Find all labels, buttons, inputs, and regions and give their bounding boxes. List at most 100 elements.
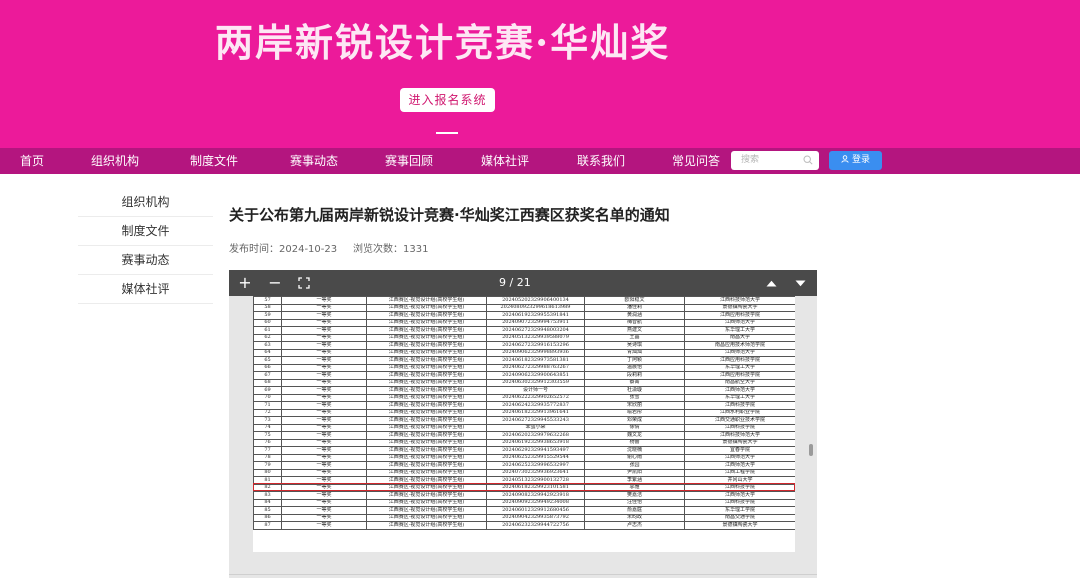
nav-item-review[interactable]: 赛事回顾 xyxy=(385,148,433,174)
table-cell: 85 xyxy=(253,506,282,515)
table-cell: 一等奖 xyxy=(281,303,367,312)
table-cell: 江西师范大学 xyxy=(684,461,795,470)
table-cell: 71 xyxy=(253,401,282,410)
table-cell: 一等奖 xyxy=(281,333,367,342)
table-cell: 20240904232993587379​2 xyxy=(486,513,585,522)
award-table: 57 一等奖 江西赛区-视觉设计组(高校学生组) 202405202329906400… xyxy=(253,296,795,530)
table-cell: 樊嘉洁 xyxy=(584,491,685,500)
table-cell: 74 xyxy=(253,423,282,432)
sidebar-item-organization[interactable]: 组织机构 xyxy=(78,188,213,217)
table-cell: 77 xyxy=(253,446,282,455)
search-input[interactable]: 搜索 xyxy=(731,151,819,170)
table-cell: 20240622232990265257​2 xyxy=(486,393,585,402)
table-cell: 江西赛区-视觉设计组(高校学生组) xyxy=(366,431,487,440)
fullscreen-icon xyxy=(298,277,310,289)
table-cell: 江西赛区-视觉设计组(高校学生组) xyxy=(366,513,487,522)
main-nav: 首页 组织机构 制度文件 赛事动态 赛事回顾 媒体社评 联系我们 常见问答 xyxy=(0,148,1080,174)
table-row: 79 一等奖 江西赛区-视觉设计组(高校学生组) 202406252329996532… xyxy=(253,461,795,470)
table-cell: 一等奖 xyxy=(281,423,367,432)
nav-item-faq[interactable]: 常见问答 xyxy=(672,148,720,174)
table-cell: 江西应用科技学院 xyxy=(684,356,795,365)
table-row: 86 一等奖 江西赛区-视觉设计组(高校学生组) 202409042329935873… xyxy=(253,513,795,522)
nav-item-contact[interactable]: 联系我们 xyxy=(577,148,625,174)
table-cell: 景德镇陶瓷大学 xyxy=(684,303,795,312)
table-cell: 江西赛区-视觉设计组(高校学生组) xyxy=(366,341,487,350)
nav-item-documents[interactable]: 制度文件 xyxy=(190,148,238,174)
table-cell: 60 xyxy=(253,318,282,327)
page-indicator: 9 / 21 xyxy=(499,276,531,289)
table-cell: 江西赛区-视觉设计组(高校学生组) xyxy=(366,401,487,410)
table-cell: 69 xyxy=(253,386,282,395)
table-cell: 杜潇璇 xyxy=(584,386,685,395)
enter-registration-button[interactable]: 进入报名系统 xyxy=(400,88,495,112)
table-row: 74 一等奖 江西赛区-视觉设计组(高校学生组) 笨蛋小朵 徐倩 江西科技学院 xyxy=(253,423,795,432)
table-cell: 江西赛区-视觉设计组(高校学生组) xyxy=(366,393,487,402)
table-cell: 58 xyxy=(253,303,282,312)
fullscreen-button[interactable] xyxy=(295,270,313,296)
triangle-up-icon xyxy=(766,280,776,287)
table-row: 80 一等奖 江西赛区-视觉设计组(高校学生组) 202407302329936923… xyxy=(253,468,795,477)
table-cell: 20240520232990640013​4 xyxy=(486,296,585,305)
table-cell: 20240909232994923400​8 xyxy=(486,498,585,507)
table-row: 66 一等奖 江西赛区-视觉设计组(高校学生组) 202406272329988763… xyxy=(253,363,795,372)
banner-divider xyxy=(436,132,458,134)
user-icon xyxy=(841,155,849,163)
table-cell: 东华理工大学 xyxy=(684,363,795,372)
sidebar-item-news[interactable]: 赛事动态 xyxy=(78,246,213,275)
table-cell: 一等奖 xyxy=(281,401,367,410)
table-cell: 蔡菁 xyxy=(584,378,685,387)
table-row: 67 一等奖 江西赛区-视觉设计组(高校学生组) 202409062329900643… xyxy=(253,371,795,380)
table-cell: 20240620232997963226​8 xyxy=(486,431,585,440)
table-cell: 61 xyxy=(253,326,282,335)
zoom-out-button[interactable]: − xyxy=(266,270,284,296)
table-row: 70 一等奖 江西赛区-视觉设计组(高校学生组) 202406222329902652… xyxy=(253,393,795,402)
nav-item-media[interactable]: 媒体社评 xyxy=(481,148,529,174)
login-button[interactable]: 登录 xyxy=(829,151,882,170)
table-cell: 70 xyxy=(253,393,282,402)
table-cell: 俞嘉庭 xyxy=(584,506,685,515)
table-cell: 东华理工学院 xyxy=(684,506,795,515)
table-cell: 张雪 xyxy=(584,393,685,402)
table-cell: 江西赛区-视觉设计组(高校学生组) xyxy=(366,408,487,417)
nav-item-news[interactable]: 赛事动态 xyxy=(290,148,338,174)
table-cell: 一等奖 xyxy=(281,348,367,357)
table-cell: 江西赛区-视觉设计组(高校学生组) xyxy=(366,318,487,327)
search-icon[interactable] xyxy=(803,155,813,165)
table-cell: 江西科技学院 xyxy=(684,401,795,410)
table-cell: 江西工程学院 xyxy=(684,468,795,477)
table-cell: 73 xyxy=(253,416,282,425)
table-cell: 一等奖 xyxy=(281,438,367,447)
article-title: 关于公布第九届两岸新锐设计竞赛·华灿奖江西赛区获奖名单的通知 xyxy=(229,206,670,224)
table-cell: 63 xyxy=(253,341,282,350)
table-cell: 潘佳莉 xyxy=(584,303,685,312)
table-cell: 温晨怡 xyxy=(584,363,685,372)
table-cell: 20240629232994159349​7 xyxy=(486,446,585,455)
prev-page-button[interactable] xyxy=(762,270,780,296)
table-cell: 杨蕾 xyxy=(584,438,685,447)
table-row: 57 一等奖 江西赛区-视觉设计组(高校学生组) 202405202329906400… xyxy=(253,296,795,305)
table-cell: 谢心雨 xyxy=(584,453,685,462)
table-cell: 20240809232996186139​89 xyxy=(486,303,585,312)
scrollbar[interactable] xyxy=(807,296,815,578)
table-cell: 江西赛区-视觉设计组(高校学生组) xyxy=(366,461,487,470)
table-row: 58 一等奖 江西赛区-视觉设计组(高校学生组) 202408092329961861… xyxy=(253,303,795,312)
nav-item-organization[interactable]: 组织机构 xyxy=(91,148,139,174)
table-cell: 79 xyxy=(253,461,282,470)
next-page-button[interactable] xyxy=(791,270,809,296)
nav-item-home[interactable]: 首页 xyxy=(20,148,44,174)
table-cell: 景德镇陶瓷大学 xyxy=(684,521,795,530)
table-cell: 一等奖 xyxy=(281,378,367,387)
table-cell: 南昌航空大学 xyxy=(684,378,795,387)
pdf-viewport[interactable]: 57 一等奖 江西赛区-视觉设计组(高校学生组) 202405202329906400… xyxy=(229,296,817,578)
table-cell: 84 xyxy=(253,498,282,507)
table-cell: 设计师一号 xyxy=(486,386,585,395)
table-cell: 78 xyxy=(253,453,282,462)
zoom-in-button[interactable]: + xyxy=(236,270,254,296)
table-cell: 青灿灿 xyxy=(584,348,685,357)
sidebar-item-media[interactable]: 媒体社评 xyxy=(78,275,213,304)
table-cell: 一等奖 xyxy=(281,393,367,402)
table-cell: 68 xyxy=(253,378,282,387)
scrollbar-thumb[interactable] xyxy=(809,444,813,456)
table-cell: 江西应用科技学院 xyxy=(684,371,795,380)
sidebar-item-documents[interactable]: 制度文件 xyxy=(78,217,213,246)
